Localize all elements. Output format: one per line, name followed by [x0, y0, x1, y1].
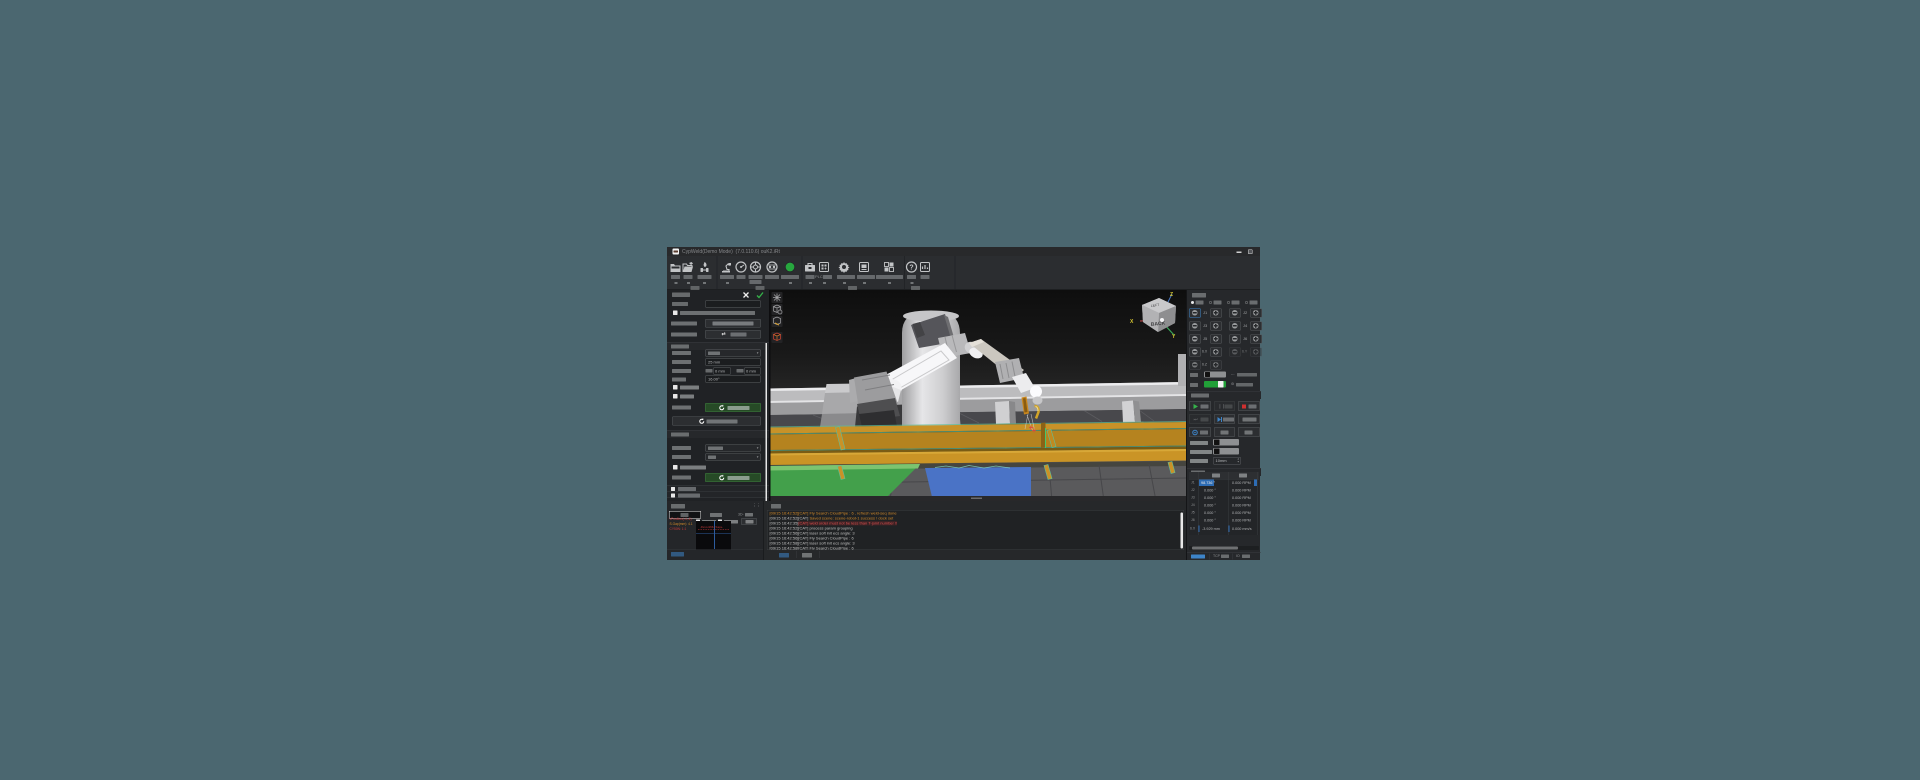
svg-text:?: ?	[909, 265, 913, 272]
svg-text:Z: Z	[1170, 292, 1173, 298]
